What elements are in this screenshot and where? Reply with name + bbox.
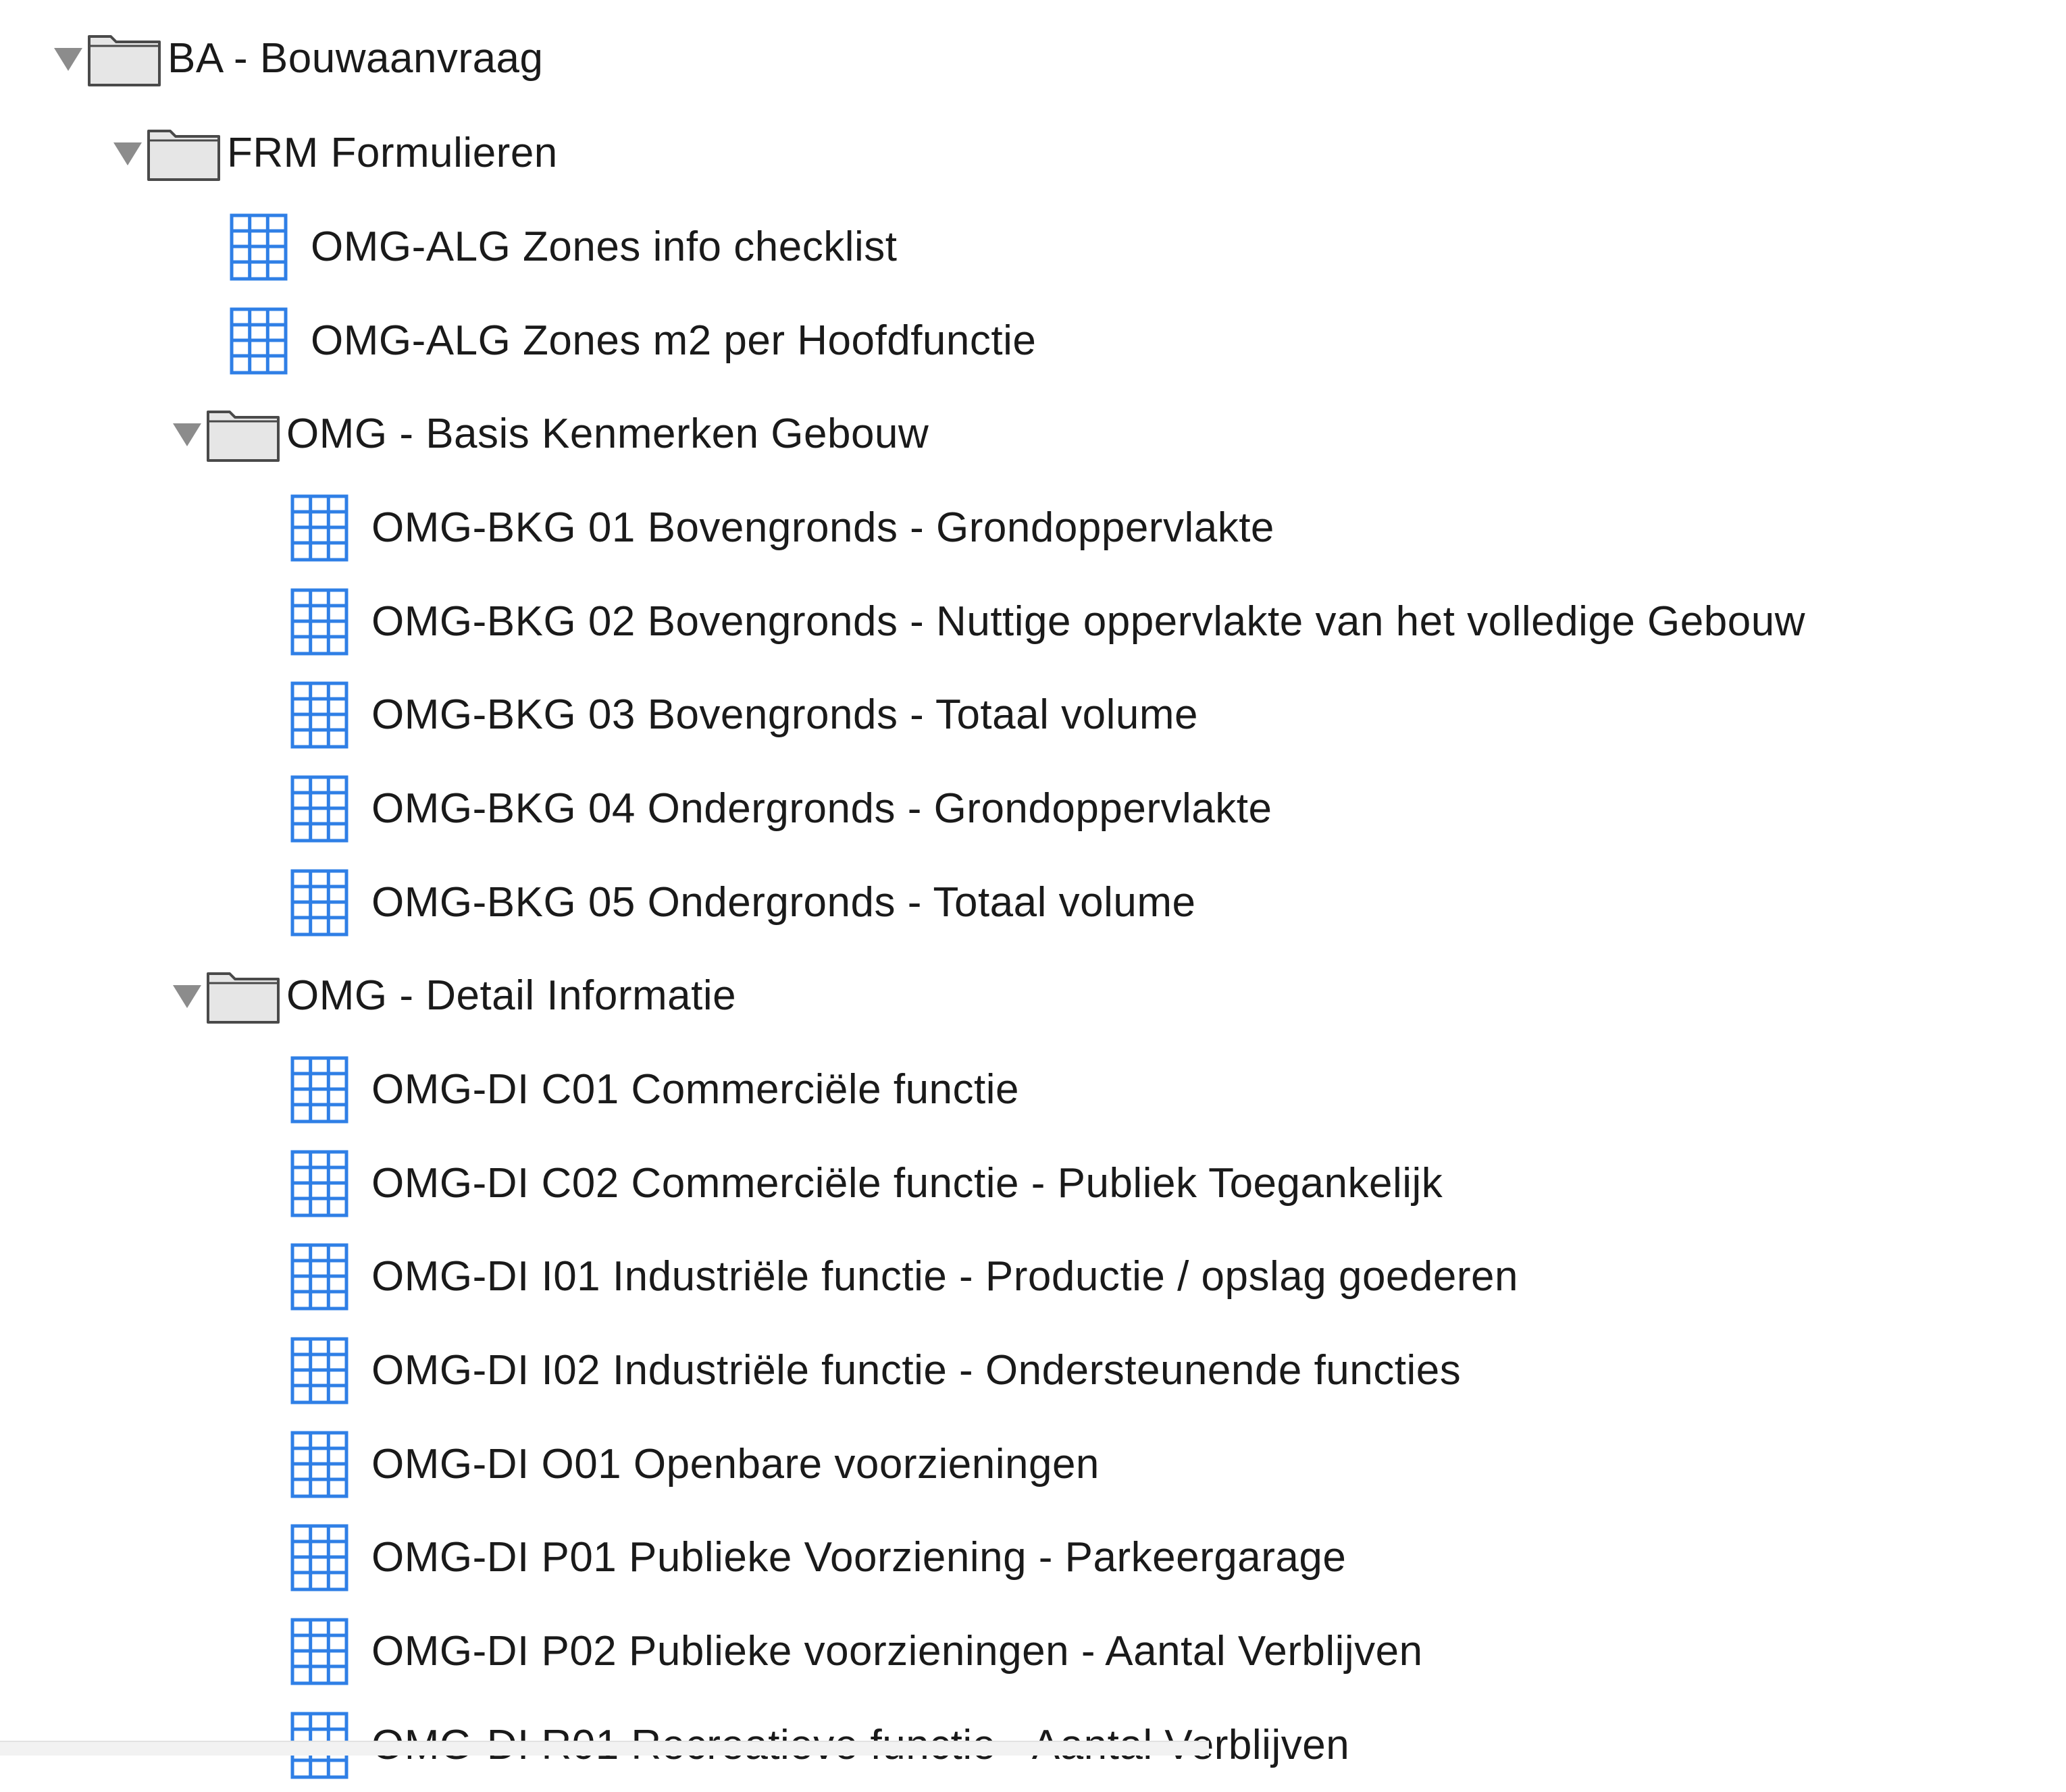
folder-icon — [146, 107, 227, 200]
tree-row-label: OMG - Basis Kenmerken Gebouw — [286, 411, 929, 457]
tree-row-label: OMG-DI C02 Commerciële functie - Publiek… — [371, 1160, 1443, 1207]
tree-row-label: OMG-DI O01 Openbare voorzieningen — [371, 1441, 1100, 1487]
tree-row-sheet[interactable]: OMG-DI P01 Publieke Voorziening - Parkee… — [290, 1511, 1346, 1604]
spreadsheet-icon — [290, 1511, 371, 1604]
folder-icon — [205, 388, 286, 481]
folder-icon — [86, 12, 167, 105]
tree-row-label: OMG-ALG Zones m2 per Hoofdfunctie — [311, 317, 1037, 364]
tree-row-basis-folder[interactable]: OMG - Basis Kenmerken Gebouw — [169, 388, 929, 481]
tree-row-label: OMG-BKG 02 Bovengronds - Nuttige oppervl… — [371, 598, 1805, 645]
spreadsheet-icon — [290, 856, 371, 949]
tree-row-sheet[interactable]: OMG-DI P02 Publieke voorzieningen - Aant… — [290, 1605, 1423, 1698]
spreadsheet-icon — [290, 575, 371, 668]
tree-row-label: FRM Formulieren — [227, 130, 558, 176]
tree-row-sheet[interactable]: OMG-DI O01 Openbare voorzieningen — [290, 1418, 1100, 1511]
tree-row-sheet[interactable]: OMG-DI C02 Commerciële functie - Publiek… — [290, 1137, 1443, 1230]
tree-row-sheet[interactable]: OMG-BKG 03 Bovengronds - Totaal volume — [290, 668, 1198, 762]
spreadsheet-icon — [290, 1043, 371, 1136]
tree-row-sheet[interactable]: OMG-BKG 05 Ondergronds - Totaal volume — [290, 856, 1196, 949]
tree-row-sheet[interactable]: OMG-BKG 04 Ondergronds - Grondoppervlakt… — [290, 762, 1272, 855]
tree-row-sheet[interactable]: OMG-BKG 01 Bovengronds - Grondoppervlakt… — [290, 481, 1274, 575]
tree-row-label: OMG-ALG Zones info checklist — [311, 223, 898, 270]
spreadsheet-icon — [290, 668, 371, 762]
spreadsheet-icon — [290, 1324, 371, 1417]
tree-row-label: OMG-DI C01 Commerciële functie — [371, 1066, 1020, 1113]
tree-row-label: OMG-BKG 01 Bovengronds - Grondoppervlakt… — [371, 504, 1274, 551]
spreadsheet-icon — [290, 762, 371, 855]
spreadsheet-icon — [290, 1418, 371, 1511]
tree-row-label: OMG-BKG 05 Ondergronds - Totaal volume — [371, 879, 1196, 926]
tree-row-sheet[interactable]: OMG-BKG 02 Bovengronds - Nuttige oppervl… — [290, 575, 1805, 668]
spreadsheet-icon — [290, 481, 371, 575]
disclosure-triangle-icon[interactable] — [50, 12, 86, 105]
tree-row-sheet[interactable]: OMG-ALG Zones m2 per Hoofdfunctie — [230, 294, 1036, 388]
tree-row-label: BA - Bouwaanvraag — [167, 35, 544, 82]
disclosure-triangle-icon[interactable] — [169, 388, 205, 481]
tree-row-label: OMG-DI P01 Publieke Voorziening - Parkee… — [371, 1534, 1347, 1581]
outline-tree: BA - Bouwaanvraag FRM Formulieren OMG-AL… — [0, 0, 2066, 1779]
spreadsheet-icon — [290, 1137, 371, 1230]
tree-row-label: OMG-BKG 04 Ondergronds - Grondoppervlakt… — [371, 785, 1272, 832]
tree-row-frm-folder[interactable]: FRM Formulieren — [109, 107, 558, 200]
spreadsheet-icon — [230, 294, 311, 388]
tree-row-label: OMG - Detail Informatie — [286, 972, 737, 1019]
tree-row-label: OMG-DI I01 Industriële functie - Product… — [371, 1253, 1518, 1300]
spreadsheet-icon — [230, 201, 311, 294]
bottom-scroll-bar[interactable] — [0, 1741, 1209, 1756]
disclosure-triangle-icon[interactable] — [169, 949, 205, 1043]
spreadsheet-icon — [290, 1605, 371, 1698]
tree-row-label: OMG-BKG 03 Bovengronds - Totaal volume — [371, 691, 1198, 738]
tree-row-label: OMG-DI I02 Industriële functie - Onderst… — [371, 1347, 1462, 1394]
tree-row-detail-folder[interactable]: OMG - Detail Informatie — [169, 949, 736, 1043]
tree-row-sheet[interactable]: OMG-ALG Zones info checklist — [230, 201, 898, 294]
tree-row-label: OMG-DI P02 Publieke voorzieningen - Aant… — [371, 1628, 1423, 1675]
tree-row-sheet[interactable]: OMG-DI I01 Industriële functie - Product… — [290, 1230, 1518, 1323]
tree-row-root-folder[interactable]: BA - Bouwaanvraag — [50, 12, 544, 105]
tree-row-sheet[interactable]: OMG-DI C01 Commerciële functie — [290, 1043, 1019, 1136]
spreadsheet-icon — [290, 1230, 371, 1323]
tree-row-sheet[interactable]: OMG-DI I02 Industriële functie - Onderst… — [290, 1324, 1461, 1417]
disclosure-triangle-icon[interactable] — [109, 107, 146, 200]
folder-icon — [205, 949, 286, 1043]
